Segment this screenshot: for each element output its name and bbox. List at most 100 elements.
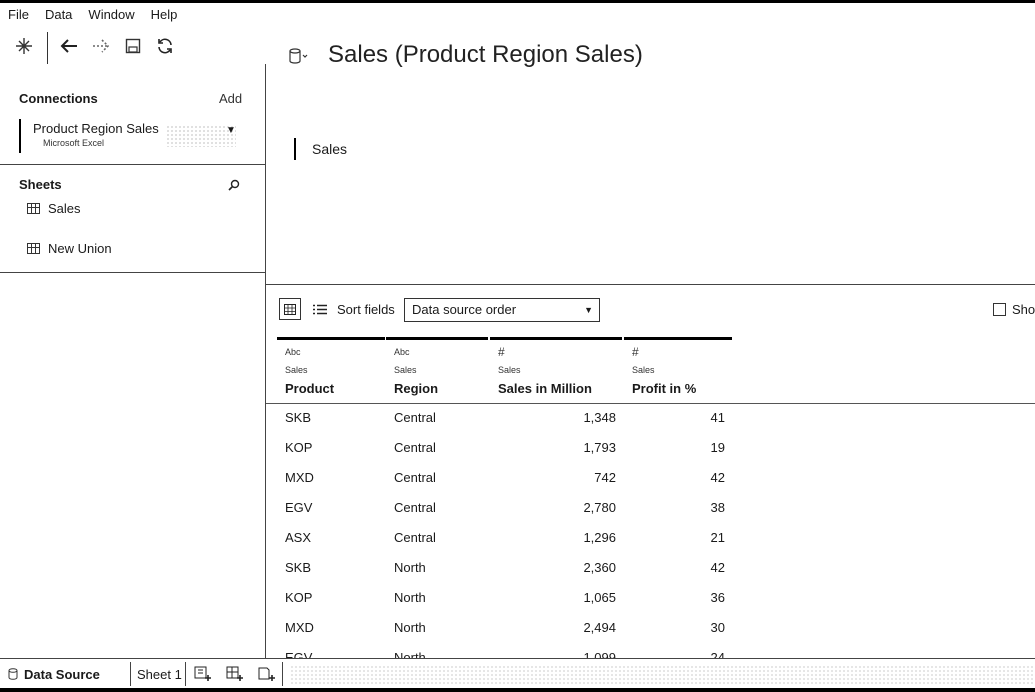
table-cell: North	[394, 590, 426, 605]
column-top-bar	[490, 337, 622, 340]
table-cell: 30	[710, 620, 725, 635]
tab-sheet-1[interactable]: Sheet 1	[137, 659, 182, 689]
table-cell: SKB	[285, 410, 312, 425]
menu-file[interactable]: File	[0, 3, 37, 27]
table-cell: SKB	[285, 560, 312, 575]
menu-data[interactable]: Data	[37, 3, 80, 27]
column-top-bar	[277, 337, 385, 340]
column-source: Sales	[632, 365, 655, 375]
table-cell: ASX	[285, 530, 312, 545]
table-cell: 21	[710, 530, 725, 545]
table-icon	[27, 203, 40, 214]
connection-menu-caret-icon[interactable]: ▼	[226, 125, 236, 136]
new-worksheet-icon[interactable]	[194, 659, 212, 689]
bottom-tab-bar: Data Source Sheet 1	[0, 658, 1035, 689]
connection-item[interactable]: Product Region Sales Microsoft Excel ▼	[19, 119, 246, 153]
column-top-bar	[624, 337, 732, 340]
table-row: MXD Central 742 42	[266, 464, 1035, 494]
tab-separator	[185, 662, 186, 686]
new-union-item[interactable]: New Union	[27, 241, 112, 256]
sheets-heading: Sheets	[19, 177, 62, 192]
toolbar-separator	[47, 32, 48, 64]
save-icon[interactable]	[122, 34, 144, 58]
table-cell: KOP	[285, 590, 313, 605]
new-union-label: New Union	[48, 241, 112, 256]
toolbar	[0, 30, 265, 64]
main-canvas: Sales (Product Region Sales) Sales Sort …	[266, 27, 1035, 665]
string-type-icon[interactable]: Abc	[285, 347, 301, 357]
table-row: ASX Central 1,296 21	[266, 524, 1035, 554]
column-source: Sales	[285, 365, 308, 375]
panel-divider-2	[0, 272, 265, 273]
table-row: EGV Central 2,780 38	[266, 494, 1035, 524]
canvas-table-sales[interactable]: Sales	[294, 138, 347, 160]
table-cell: 2,780	[583, 500, 616, 515]
table-cell: Central	[394, 500, 436, 515]
table-cell: 1,296	[583, 530, 616, 545]
add-connection-link[interactable]: Add	[219, 91, 242, 106]
left-panel: Connections Add Product Region Sales Mic…	[0, 64, 266, 658]
tab-separator	[282, 662, 283, 686]
union-icon	[27, 243, 40, 254]
table-row: SKB Central 1,348 41	[266, 404, 1035, 434]
string-type-icon[interactable]: Abc	[394, 347, 410, 357]
refresh-icon[interactable]	[154, 34, 176, 58]
connections-heading: Connections	[19, 91, 98, 106]
table-cell: 41	[710, 410, 725, 425]
tableau-logo-icon[interactable]	[13, 34, 35, 58]
table-cell: 42	[710, 560, 725, 575]
panel-divider	[0, 164, 265, 165]
forward-icon[interactable]	[90, 34, 112, 58]
column-name: Product	[285, 381, 335, 396]
back-icon[interactable]	[58, 34, 80, 58]
table-cell: MXD	[285, 620, 314, 635]
window-bottom-border	[0, 688, 1035, 692]
chevron-down-icon: ▼	[584, 305, 593, 315]
table-cell: 1,065	[583, 590, 616, 605]
new-story-icon[interactable]	[258, 659, 276, 689]
sheet-item-sales[interactable]: Sales	[27, 201, 81, 216]
sort-fields-value: Data source order	[412, 302, 517, 317]
table-row: MXD North 2,494 30	[266, 614, 1035, 644]
column-source: Sales	[498, 365, 521, 375]
table-cell: 742	[594, 470, 616, 485]
table-cell: 2,494	[583, 620, 616, 635]
tab-data-source-label: Data Source	[24, 666, 100, 682]
tab-sheet-1-label: Sheet 1	[137, 666, 182, 682]
number-type-icon[interactable]: #	[498, 345, 505, 359]
datasource-tab-icon	[8, 668, 18, 680]
table-cell: 2,360	[583, 560, 616, 575]
menu-help[interactable]: Help	[143, 3, 186, 27]
tab-data-source[interactable]: Data Source	[8, 659, 100, 689]
column-name: Profit in %	[632, 381, 697, 396]
list-view-icon[interactable]	[309, 298, 331, 320]
show-aliases-checkbox[interactable]	[993, 303, 1006, 316]
column-name: Region	[394, 381, 439, 396]
tab-strip-dotted-area	[290, 665, 1035, 685]
connection-type: Microsoft Excel	[43, 138, 105, 148]
number-type-icon[interactable]: #	[632, 345, 639, 359]
search-icon[interactable]	[228, 179, 240, 194]
tab-separator	[130, 662, 131, 686]
sort-fields-dropdown[interactable]: Data source order ▼	[404, 298, 600, 322]
logo-cross-icon	[16, 38, 32, 54]
datasource-title[interactable]: Sales (Product Region Sales)	[328, 41, 643, 69]
show-aliases-label: Sho	[1012, 302, 1035, 317]
table-cell: KOP	[285, 440, 313, 455]
table-row: KOP Central 1,793 19	[266, 434, 1035, 464]
table-cell: 1,793	[583, 440, 616, 455]
table-cell: North	[394, 620, 426, 635]
table-row: SKB North 2,360 42	[266, 554, 1035, 584]
grid-view-icon[interactable]	[279, 298, 301, 320]
table-cell: 42	[710, 470, 725, 485]
menu-window[interactable]: Window	[80, 3, 142, 27]
table-cell: Central	[394, 530, 436, 545]
table-cell: Central	[394, 470, 436, 485]
table-row: KOP North 1,065 36	[266, 584, 1035, 614]
datasource-cylinder-icon[interactable]	[288, 47, 308, 70]
new-dashboard-icon[interactable]	[226, 659, 244, 689]
table-cell: MXD	[285, 470, 314, 485]
canvas-grid-divider[interactable]	[266, 284, 1035, 285]
column-top-bar	[386, 337, 488, 340]
column-name: Sales in Million	[498, 381, 592, 396]
